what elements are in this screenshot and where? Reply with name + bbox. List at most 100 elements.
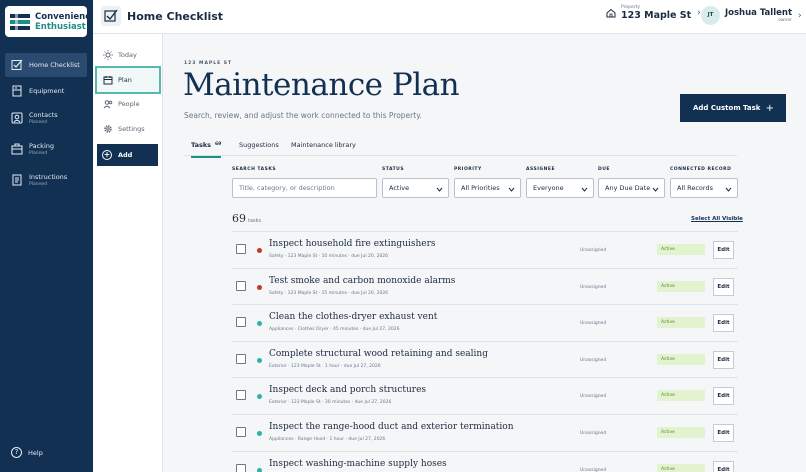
help-icon: ?	[11, 447, 22, 458]
task-assignee: Unassigned	[580, 248, 607, 253]
due-select[interactable]: Any Due Date	[598, 178, 665, 198]
brand-logo[interactable]: Convenience Enthusiast	[5, 6, 96, 37]
assignee-select[interactable]: Everyone	[526, 178, 594, 198]
chevron-down-icon	[581, 187, 588, 192]
user-name: Joshua Tallent	[725, 8, 793, 18]
sidebar-item-label: Packing	[29, 142, 55, 150]
priority-dot-icon	[257, 321, 262, 327]
search-input[interactable]: Title, category, or description	[232, 178, 377, 198]
task-title[interactable]: Inspect deck and porch structures	[269, 385, 426, 395]
priority-dot-icon	[257, 284, 262, 290]
box-icon	[11, 143, 23, 155]
task-checkbox[interactable]	[236, 390, 246, 401]
tab-suggestions[interactable]: Suggestions	[239, 141, 279, 149]
house-icon	[606, 8, 616, 18]
priority-dot-icon	[257, 467, 262, 472]
task-assignee: Unassigned	[580, 321, 607, 327]
sidebar-item-packing[interactable]: Packing Planned	[5, 137, 87, 161]
main-content: 123 MAPLE ST Maintenance Plan Search, re…	[163, 34, 806, 472]
task-meta: Safety · 123 Maple St · 10 minutes · due…	[269, 254, 389, 259]
task-title[interactable]: Complete structural wood retaining and s…	[269, 349, 488, 359]
help-link[interactable]: ? Help	[11, 447, 43, 458]
user-menu[interactable]: JT Joshua Tallent owner ›	[701, 6, 802, 25]
checklist-icon	[101, 6, 121, 26]
task-checkbox[interactable]	[236, 353, 246, 364]
task-title[interactable]: Inspect the range-hood duct and exterior…	[269, 422, 514, 432]
sidebar-item-contacts[interactable]: Contacts Planned	[5, 106, 87, 130]
status-badge: Active	[657, 317, 705, 329]
task-meta: Exterior · 123 Maple St · 30 minutes · d…	[269, 400, 392, 406]
edit-button[interactable]: Edit	[713, 387, 734, 406]
top-bar: Home Checklist Property 123 Maple St › J…	[93, 0, 806, 34]
plus-icon: +	[765, 102, 774, 114]
task-row[interactable]: Test smoke and carbon monoxide alarms Saf…	[232, 267, 738, 305]
task-title[interactable]: Test smoke and carbon monoxide alarms	[269, 276, 455, 286]
sidebar-item-equipment[interactable]: Equipment	[5, 79, 87, 103]
nav-item-people[interactable]: People	[97, 92, 159, 116]
sidebar-item-label: Home Checklist	[29, 61, 80, 69]
sidebar-item-home-checklist[interactable]: Home Checklist	[5, 53, 87, 77]
edit-button[interactable]: Edit	[713, 424, 734, 442]
status-badge: Active	[657, 280, 705, 292]
priority-select-value: All Priorities	[461, 184, 500, 192]
task-checkbox[interactable]	[236, 463, 246, 472]
task-meta: Exterior · 123 Maple St · 1 hour · due J…	[269, 363, 381, 369]
status-select[interactable]: Active	[382, 178, 449, 198]
status-badge: Active	[657, 390, 705, 402]
status-badge: Active	[657, 353, 705, 365]
task-assignee: Unassigned	[580, 467, 607, 472]
select-all-visible-link[interactable]: Select All Visible	[691, 216, 743, 222]
equipment-icon	[12, 85, 22, 97]
priority-label: PRIORITY	[454, 167, 482, 172]
edit-button[interactable]: Edit	[713, 350, 734, 369]
task-count: 69 tasks	[232, 212, 261, 225]
tab-tasks[interactable]: Tasks 69	[191, 141, 222, 158]
priority-select[interactable]: All Priorities	[454, 178, 521, 198]
add-custom-task-button[interactable]: Add Custom Task +	[680, 94, 786, 122]
gear-icon	[104, 125, 112, 133]
edit-button[interactable]: Edit	[713, 241, 734, 259]
connected-record-select[interactable]: All Records	[670, 178, 738, 198]
task-assignee: Unassigned	[580, 431, 607, 436]
task-row[interactable]: Inspect washing-machine supply hoses Unas…	[232, 450, 738, 472]
checklist-icon	[11, 59, 23, 70]
tab-maintenance-library[interactable]: Maintenance library	[291, 141, 356, 149]
brand-name-line2: Enthusiast	[35, 21, 86, 32]
task-row[interactable]: Inspect deck and porch structures Exterio…	[232, 377, 738, 414]
connected-record-label: CONNECTED RECORD	[670, 167, 732, 172]
nav-item-plan[interactable]: Plan	[95, 66, 161, 94]
sidebar-item-sub: Planned	[29, 151, 48, 156]
sidebar-item-sub: Planned	[29, 182, 48, 187]
priority-dot-icon	[257, 248, 262, 253]
task-title[interactable]: Inspect household fire extinguishers	[269, 239, 436, 249]
nav-item-label: Settings	[118, 125, 145, 133]
task-title[interactable]: Inspect washing-machine supply hoses	[269, 459, 447, 469]
task-checkbox[interactable]	[236, 427, 246, 437]
task-checkbox[interactable]	[236, 317, 246, 328]
task-row[interactable]: Inspect the range-hood duct and exterior…	[232, 414, 738, 451]
task-row[interactable]: Complete structural wood retaining and s…	[232, 340, 738, 378]
task-title[interactable]: Clean the clothes-dryer exhaust vent	[269, 312, 437, 322]
task-checkbox[interactable]	[236, 244, 246, 254]
edit-button[interactable]: Edit	[713, 460, 734, 472]
task-row[interactable]: Inspect household fire extinguishers Safe…	[232, 231, 738, 268]
help-label: Help	[28, 448, 43, 457]
plus-circle-icon: +	[102, 150, 112, 160]
sidebar-item-instructions[interactable]: Instructions Planned	[5, 168, 87, 192]
task-checkbox[interactable]	[236, 280, 246, 291]
property-name: 123 Maple St	[621, 10, 692, 21]
user-role: owner	[778, 18, 793, 23]
priority-dot-icon	[257, 431, 262, 436]
section-nav: Today Plan People Settings + Add	[93, 34, 163, 472]
app-sidebar: Convenience Enthusiast Home Checklist Eq…	[0, 0, 96, 472]
add-button[interactable]: + Add	[97, 144, 158, 166]
task-row[interactable]: Clean the clothes-dryer exhaust vent Appl…	[232, 304, 738, 341]
nav-item-settings[interactable]: Settings	[97, 117, 159, 141]
task-meta: Appliances · Range Hood · 1 hour · due J…	[269, 437, 386, 442]
edit-button[interactable]: Edit	[713, 314, 734, 333]
contacts-icon	[11, 112, 23, 124]
property-switcher[interactable]: Property 123 Maple St ›	[606, 5, 701, 21]
add-button-label: Add	[118, 151, 133, 159]
edit-button[interactable]: Edit	[713, 277, 734, 296]
nav-item-today[interactable]: Today	[97, 43, 159, 67]
